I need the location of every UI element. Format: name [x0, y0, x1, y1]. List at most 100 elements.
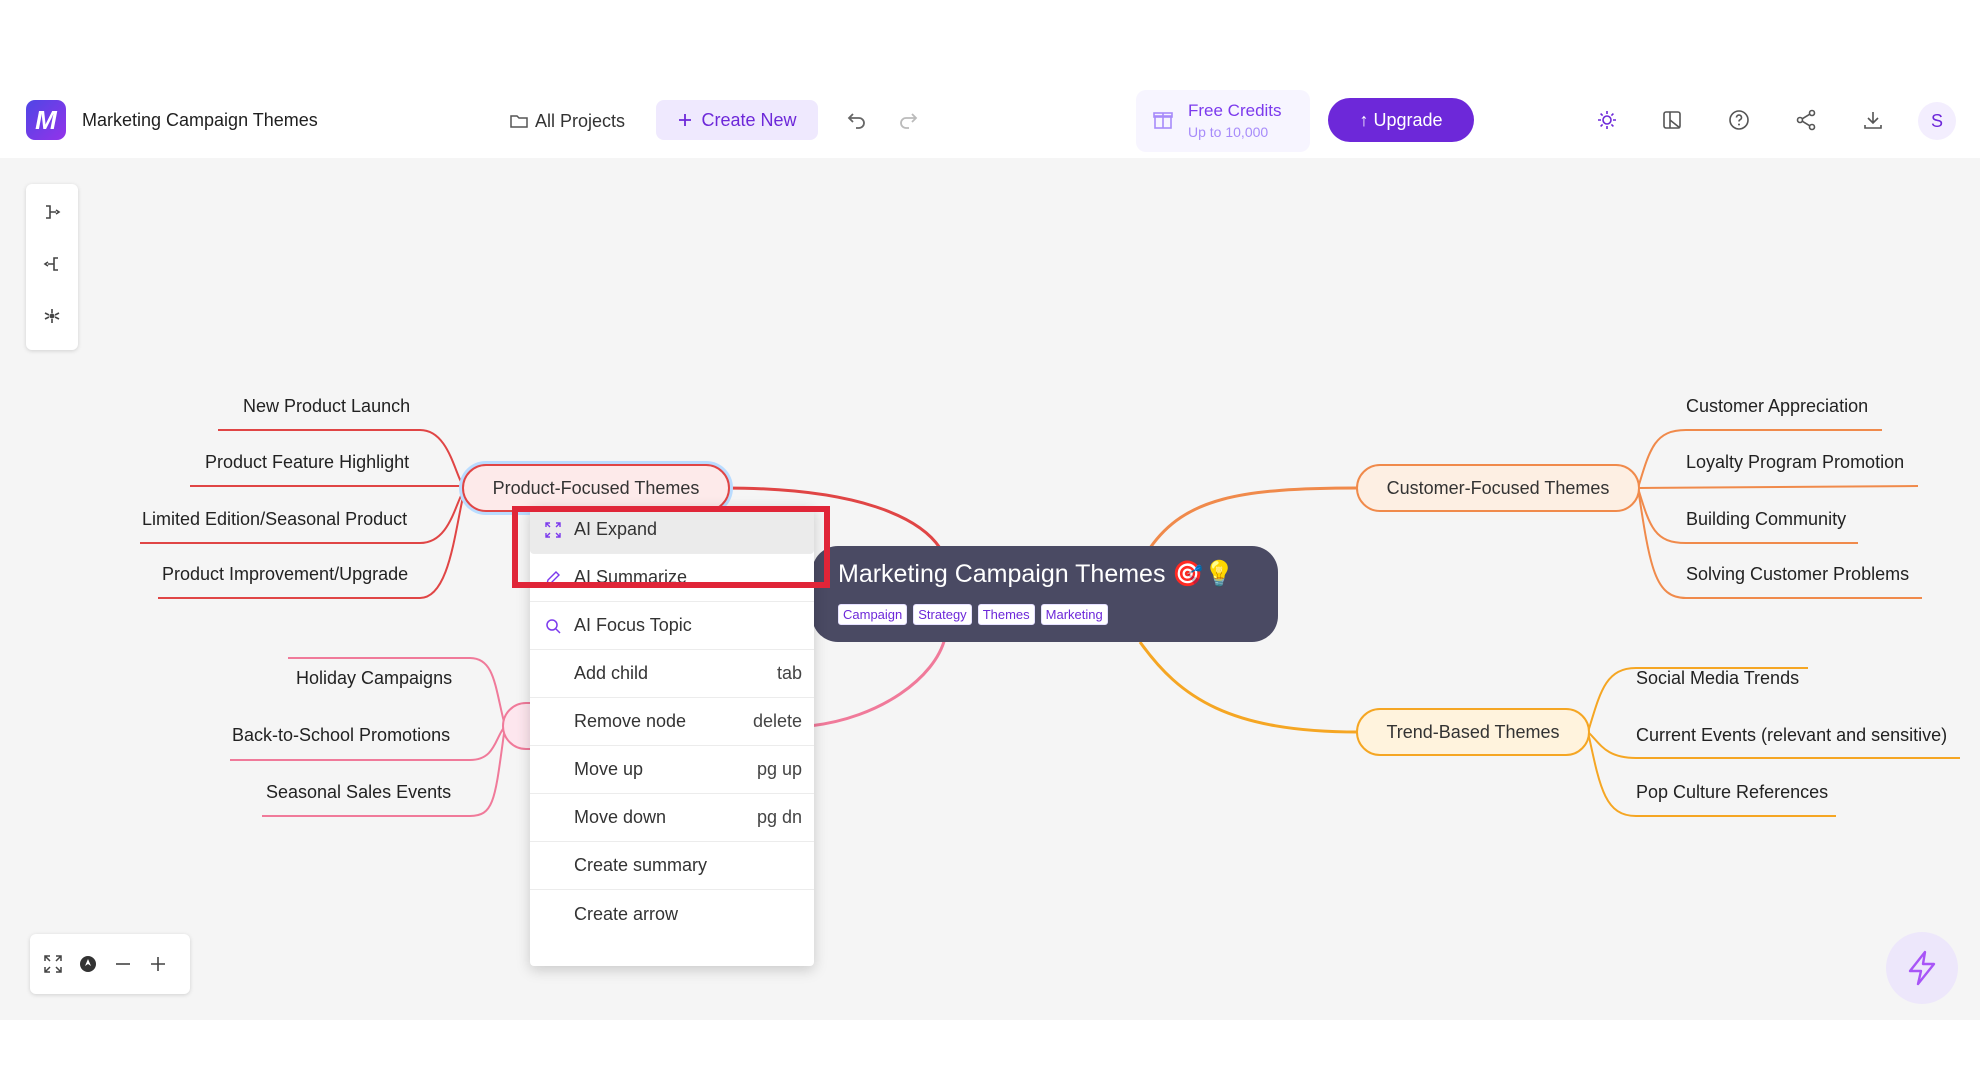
tag-campaign[interactable]: Campaign: [838, 604, 908, 625]
node-context-menu: AI Expand AI Summarize AI Focus Topic Ad…: [530, 506, 814, 966]
menu-item-create-arrow[interactable]: Create arrow: [530, 890, 814, 938]
layout-icon: [1663, 111, 1681, 129]
menu-item-label: Add child: [574, 663, 649, 683]
zoom-out-button[interactable]: [106, 947, 140, 981]
menu-item-ai-summarize[interactable]: AI Summarize: [530, 554, 814, 602]
app-logo[interactable]: M: [26, 100, 66, 140]
menu-item-label: Remove node: [574, 711, 687, 731]
create-new-label: Create New: [701, 109, 797, 130]
leaf-pop-culture[interactable]: Pop Culture References: [1636, 782, 1828, 803]
download-button[interactable]: [1856, 103, 1890, 137]
ai-assistant-button[interactable]: [1886, 932, 1958, 1004]
free-credits-button[interactable]: Free Credits Up to 10,000: [1136, 90, 1310, 152]
root-tags: Campaign Strategy Themes Marketing: [838, 604, 1108, 625]
undo-icon: [847, 113, 865, 129]
root-title: Marketing Campaign Themes 🎯💡: [838, 560, 1235, 588]
leaf-limited-edition[interactable]: Limited Edition/Seasonal Product: [142, 509, 407, 530]
menu-item-move-up[interactable]: Move up pg up: [530, 746, 814, 794]
expand-icon: [542, 519, 564, 541]
all-projects-link[interactable]: All Projects: [510, 104, 625, 138]
plus-icon: [151, 957, 165, 971]
leaf-product-improvement[interactable]: Product Improvement/Upgrade: [162, 564, 408, 585]
fit-view-button[interactable]: [36, 947, 70, 981]
plus-icon: [679, 114, 692, 126]
zoom-in-button[interactable]: [141, 947, 175, 981]
credits-title: Free Credits: [1188, 101, 1282, 120]
menu-item-create-summary[interactable]: Create summary: [530, 842, 814, 890]
leaf-seasonal-sales-events[interactable]: Seasonal Sales Events: [266, 782, 451, 803]
help-button[interactable]: [1722, 103, 1756, 137]
share-button[interactable]: [1789, 103, 1823, 137]
menu-item-label: AI Summarize: [574, 567, 688, 587]
leaf-current-events[interactable]: Current Events (relevant and sensitive): [1636, 725, 1947, 746]
folder-icon: [510, 115, 528, 128]
left-layout-button[interactable]: [35, 247, 69, 281]
create-new-button[interactable]: Create New: [656, 100, 818, 140]
download-icon: [1864, 112, 1882, 129]
leaf-customer-appreciation[interactable]: Customer Appreciation: [1686, 396, 1868, 417]
menu-item-label: Move up: [574, 759, 644, 779]
app-window: M Marketing Campaign Themes All Projects…: [0, 0, 1980, 1080]
user-avatar[interactable]: S: [1918, 102, 1956, 140]
gift-icon: [1153, 112, 1173, 129]
upgrade-button[interactable]: ↑ Upgrade: [1328, 98, 1474, 142]
branch-node-customer-focused[interactable]: Customer-Focused Themes: [1356, 464, 1640, 512]
connector-root-seasonal: [809, 637, 947, 728]
radial-layout-icon: [44, 309, 60, 323]
zoom-toolbar: [30, 934, 190, 994]
undo-button[interactable]: [840, 103, 874, 137]
menu-item-remove-node[interactable]: Remove node delete: [530, 698, 814, 746]
sun-icon: [1598, 111, 1616, 129]
menu-item-label: Create summary: [574, 855, 708, 875]
connector-root-customer: [1148, 486, 1359, 549]
menu-item-ai-focus-topic[interactable]: AI Focus Topic: [530, 602, 814, 650]
radial-layout-button[interactable]: [35, 299, 69, 333]
all-projects-label: All Projects: [535, 110, 626, 131]
menu-item-shortcut: pg dn: [756, 807, 802, 827]
tag-themes[interactable]: Themes: [977, 604, 1035, 625]
share-icon: [1796, 109, 1816, 131]
fullscreen-icon: [44, 955, 62, 973]
document-title[interactable]: Marketing Campaign Themes: [82, 110, 318, 131]
menu-item-shortcut: pg up: [756, 759, 802, 779]
branch-node-product-focused[interactable]: Product-Focused Themes: [462, 464, 730, 512]
menu-item-label: AI Focus Topic: [574, 615, 692, 635]
layout-toolbar: [26, 184, 78, 350]
tag-strategy[interactable]: Strategy: [913, 604, 972, 625]
right-layout-button[interactable]: [35, 195, 69, 229]
root-node[interactable]: Marketing Campaign Themes 🎯💡 Campaign St…: [812, 546, 1278, 642]
menu-item-label: Create arrow: [574, 903, 679, 924]
menu-item-shortcut: delete: [752, 711, 802, 731]
leaf-loyalty-program[interactable]: Loyalty Program Promotion: [1686, 452, 1904, 473]
tag-marketing[interactable]: Marketing: [1040, 604, 1108, 625]
layout-button[interactable]: [1655, 103, 1689, 137]
leaf-social-media-trends[interactable]: Social Media Trends: [1636, 668, 1799, 689]
left-layout-icon: [43, 257, 58, 271]
theme-toggle-button[interactable]: [1590, 103, 1624, 137]
leaf-solving-customer-problems[interactable]: Solving Customer Problems: [1686, 564, 1909, 585]
right-layout-icon: [46, 205, 61, 219]
menu-item-ai-expand[interactable]: AI Expand: [530, 506, 814, 554]
search-icon: [542, 615, 564, 637]
leaf-back-to-school[interactable]: Back-to-School Promotions: [232, 725, 450, 746]
edit-icon: [542, 567, 564, 589]
redo-button[interactable]: [891, 103, 925, 137]
menu-item-shortcut: tab: [776, 663, 802, 683]
mindmap-canvas[interactable]: Product-Focused Themes New Product Launc…: [0, 158, 1980, 1020]
menu-item-label: AI Expand: [574, 519, 658, 539]
menu-item-move-down[interactable]: Move down pg dn: [530, 794, 814, 842]
connector-root-trend: [1138, 641, 1359, 734]
menu-item-add-child[interactable]: Add child tab: [530, 650, 814, 698]
help-icon: [1729, 110, 1749, 130]
redo-icon: [900, 113, 918, 129]
lightning-icon: [1908, 950, 1936, 986]
credits-subtitle: Up to 10,000: [1188, 124, 1269, 140]
locate-icon: [80, 956, 96, 972]
menu-item-label: Move down: [574, 807, 667, 827]
locate-button[interactable]: [71, 947, 105, 981]
leaf-product-feature-highlight[interactable]: Product Feature Highlight: [205, 452, 409, 473]
leaf-new-product-launch[interactable]: New Product Launch: [243, 396, 410, 417]
leaf-holiday-campaigns[interactable]: Holiday Campaigns: [296, 668, 452, 689]
leaf-building-community[interactable]: Building Community: [1686, 509, 1846, 530]
branch-node-trend-based[interactable]: Trend-Based Themes: [1356, 708, 1590, 756]
